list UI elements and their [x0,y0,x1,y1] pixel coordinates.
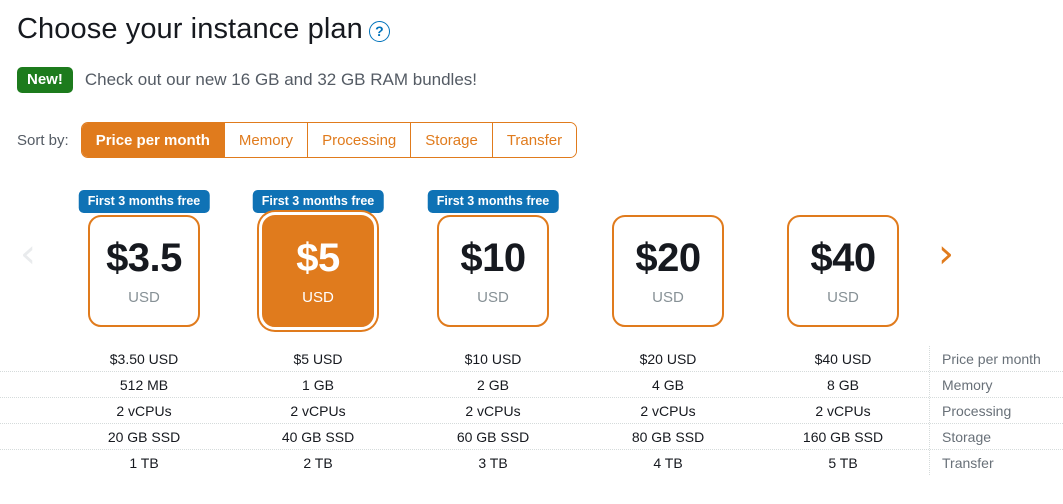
plan-card[interactable]: $5 USD [262,215,374,327]
spec-value: 2 vCPUs [465,402,521,419]
spec-row: $3.50 USD $5 USD $10 USD $20 USD $40 USD Pric… [0,346,1063,372]
spec-row: 1 TB 2 TB 3 TB 4 TB 5 TB Transfer [0,450,1063,475]
plan-card[interactable]: $10 USD [437,215,549,327]
promo-banner: New! Check out our new 16 GB and 32 GB R… [17,67,477,93]
specs-table: $3.50 USD $5 USD $10 USD $20 USD $40 USD Pric… [0,346,1063,475]
plan-promo-badge: First 3 months free [427,190,559,213]
plan-currency: USD [652,288,684,306]
spec-row-label: Storage [929,424,991,449]
spec-value: 8 GB [827,376,859,393]
spec-value: $10 USD [464,350,522,367]
plan-promo-badge: First 3 months free [78,190,210,213]
spec-value: 2 vCPUs [815,402,871,419]
spec-value: $5 USD [293,350,343,367]
spec-row-label: Price per month [929,346,1041,371]
spec-value: 2 vCPUs [640,402,696,419]
plan-currency: USD [477,288,509,306]
new-badge: New! [17,67,73,93]
spec-value: 2 vCPUs [116,402,172,419]
spec-value: 3 TB [478,454,508,471]
sort-tab-processing[interactable]: Processing [308,123,412,157]
promo-text: Check out our new 16 GB and 32 GB RAM bu… [84,70,478,89]
sort-tab-memory[interactable]: Memory [224,123,309,157]
plan-card[interactable]: $40 USD [787,215,899,327]
carousel-next-arrow-icon[interactable]: › [938,234,954,274]
sort-by-label: Sort by: [17,131,69,149]
plan-price: $10 [460,235,526,280]
spec-row-label: Transfer [929,450,994,475]
plan-card[interactable]: $20 USD [612,215,724,327]
sort-tab-group: Price per month Memory Processing Storage Tr… [80,122,578,158]
spec-value: $3.50 USD [109,350,179,367]
spec-row: 512 MB 1 GB 2 GB 4 GB 8 GB Memory [0,372,1063,398]
sort-tab-storage[interactable]: Storage [411,123,493,157]
plan-currency: USD [128,288,160,306]
spec-value: 2 GB [477,376,509,393]
spec-value: 60 GB SSD [456,428,530,445]
plan-currency: USD [827,288,859,306]
sort-bar: Sort by: Price per month Memory Processing… [17,122,578,158]
spec-value: 512 MB [119,376,169,393]
plan-price: $40 [810,235,876,280]
spec-value: $20 USD [639,350,697,367]
plan-promo-badge: First 3 months free [252,190,384,213]
plan-carousel: ‹ › First 3 months free $3.5 USD First 3 mo… [0,190,1063,335]
spec-value: 80 GB SSD [631,428,705,445]
spec-value: 1 TB [129,454,159,471]
plan-card[interactable]: $3.5 USD [88,215,200,327]
spec-value: 5 TB [828,454,858,471]
sort-tab-price-per-month[interactable]: Price per month [81,123,225,157]
help-icon[interactable]: ? [368,20,390,42]
spec-value: 4 TB [653,454,683,471]
spec-row-label: Memory [929,372,993,397]
plan-price: $20 [635,235,701,280]
page-title: Choose your instance plan [17,13,363,45]
plan-price: $5 [296,235,340,280]
plan-price: $3.5 [106,235,182,280]
spec-row: 20 GB SSD 40 GB SSD 60 GB SSD 80 GB SSD 160 … [0,424,1063,450]
spec-value: 1 GB [302,376,334,393]
plan-currency: USD [302,288,334,306]
page-header: Choose your instance plan ? [17,12,390,46]
spec-value: 20 GB SSD [107,428,181,445]
spec-value: 2 vCPUs [290,402,346,419]
spec-value: 160 GB SSD [802,428,884,445]
spec-value: 4 GB [652,376,684,393]
carousel-prev-arrow-icon[interactable]: ‹ [20,234,36,274]
spec-row-label: Processing [929,398,1011,423]
sort-tab-transfer[interactable]: Transfer [492,123,577,157]
spec-value: 2 TB [303,454,333,471]
spec-row: 2 vCPUs 2 vCPUs 2 vCPUs 2 vCPUs 2 vCPUs Proce… [0,398,1063,424]
spec-value: $40 USD [814,350,872,367]
spec-value: 40 GB SSD [281,428,355,445]
